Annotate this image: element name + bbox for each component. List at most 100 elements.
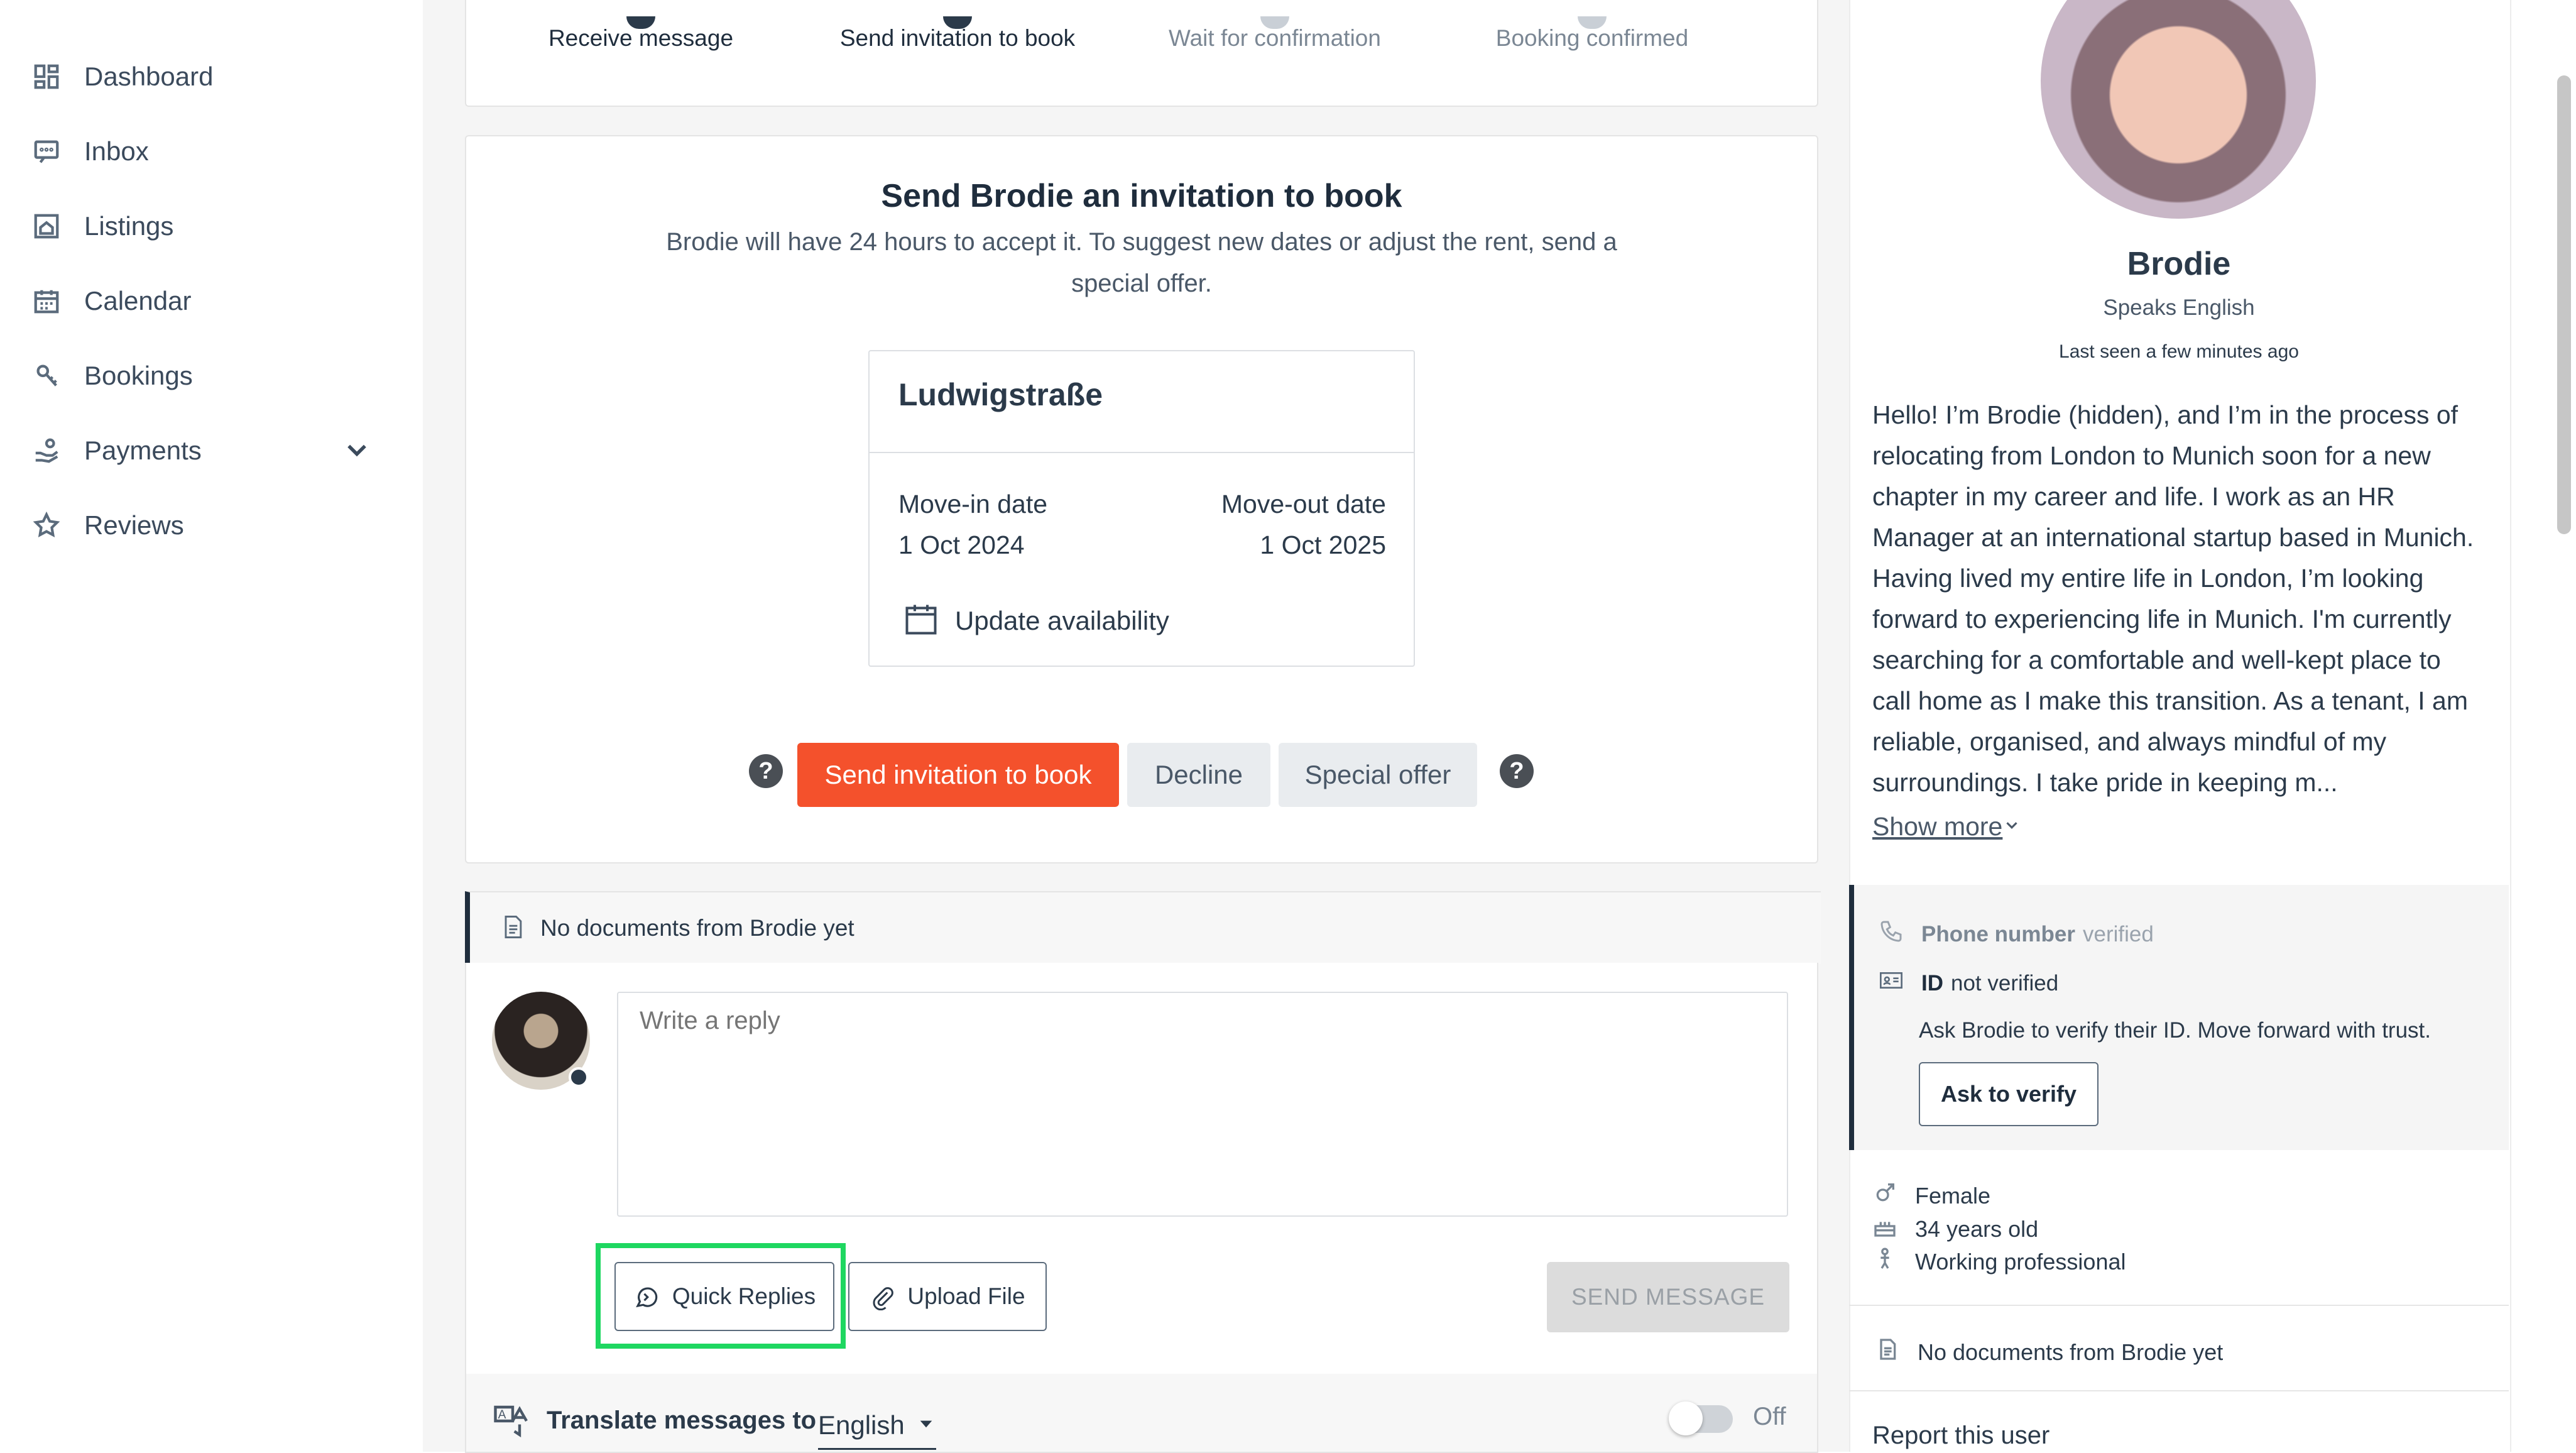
bookings-icon [31,361,62,391]
step-wait-confirmation: Wait for confirmation [1143,16,1407,52]
show-more-label: Show more [1872,812,2003,841]
bio-line: surroundings. I take pride in keeping m.… [1872,768,2338,797]
toggle-state-label: Off [1753,1403,1786,1430]
bio-line: searching for a comfortable and well-kep… [1872,645,2441,674]
step-label: Wait for confirmation [1169,25,1381,51]
move-in-label: Move-in date [898,490,1048,518]
sidebar-item-label: Payments [84,436,202,465]
last-seen: Last seen a few minutes ago [2059,341,2299,362]
chevron-down-icon[interactable] [343,437,371,471]
sidebar-item-label: Dashboard [84,62,214,91]
language-select[interactable]: English [818,1403,936,1450]
translate-label: Translate messages to [547,1406,817,1434]
gender-icon [1872,1180,1915,1211]
special-offer-button[interactable]: Special offer [1279,743,1477,807]
phone-icon [1879,919,1921,950]
sidebar-item-label: Calendar [84,286,192,315]
sidebar-item-listings[interactable]: Listings [31,201,173,251]
ask-to-verify-button[interactable]: Ask to verify [1919,1062,2098,1126]
step-label: Booking confirmed [1495,25,1689,51]
sidebar-item-label: Listings [84,211,174,241]
inbox-icon [31,136,62,167]
document-icon [1875,1337,1918,1368]
reply-textarea[interactable] [617,992,1788,1217]
divider [870,452,1414,453]
person-icon [1872,1246,1915,1277]
gender-row: Female [1872,1180,1990,1211]
guest-language: Speaks English [2103,295,2255,320]
phone-status: verified [2083,921,2154,946]
bio-line: reliable, organised, and always mindful … [1872,727,2387,756]
gender-value: Female [1915,1182,1991,1209]
help-icon[interactable]: ? [749,754,783,788]
sidebar-item-inbox[interactable]: Inbox [31,126,149,177]
decline-button[interactable]: Decline [1127,743,1270,807]
occupation-row: Working professional [1872,1246,2126,1277]
move-in-date: 1 Oct 2024 [898,530,1025,559]
listing-name: Ludwigstraße [898,377,1103,412]
bio-line: Having lived my entire life in London, I… [1872,564,2424,593]
id-label: ID [1921,970,1943,995]
translate-toggle[interactable] [1669,1401,1733,1435]
sidebar-item-label: Bookings [84,361,193,390]
star-icon [31,510,62,540]
upload-file-label: Upload File [907,1283,1025,1309]
phone-verification: Phone number verified [1879,919,2154,950]
age-row: 34 years old [1872,1214,2038,1244]
sidebar-item-bookings[interactable]: Bookings [31,351,193,401]
verify-note: Ask Brodie to verify their ID. Move forw… [1919,1018,2431,1043]
sidebar-item-label: Reviews [84,510,184,540]
sidebar-item-reviews[interactable]: Reviews [31,500,184,551]
language-value: English [818,1410,905,1440]
id-verification: ID not verified [1879,968,2058,999]
chevron-down-icon [2002,816,2021,838]
update-availability-link[interactable]: Update availability [902,600,1169,641]
invitation-title: Send Brodie an invitation to book [881,178,1402,214]
subtitle-line: Brodie will have 24 hours to accept it. … [666,228,1617,256]
invitation-card: Send Brodie an invitation to book Brodie… [465,135,1818,864]
sidebar-item-dashboard[interactable]: Dashboard [31,52,213,102]
bio-line: relocating from London to Munich soon fo… [1872,441,2431,470]
step-receive-message: Receive message [509,16,773,52]
guest-name: Brodie [2127,246,2231,282]
step-booking-confirmed: Booking confirmed [1460,16,1724,52]
subtitle-line: special offer. [1071,270,1212,297]
show-more-link[interactable]: Show more [1872,812,2021,842]
quick-replies-icon [633,1283,672,1310]
age-value: 34 years old [1915,1215,2039,1242]
send-invitation-button[interactable]: Send invitation to book [797,743,1119,807]
bio-line: call home as I make this transition. As … [1872,686,2469,715]
document-icon [499,913,527,944]
paperclip-icon [870,1283,907,1310]
id-card-icon [1879,968,1921,999]
step-label: Receive message [548,25,734,51]
sidebar-item-payments[interactable]: Payments [31,425,371,476]
upload-file-button[interactable]: Upload File [848,1262,1047,1331]
calendar-icon [902,600,940,641]
step-send-invitation: Send invitation to book [826,16,1089,52]
bio-line: Hello! I’m Brodie (hidden), and I’m in t… [1872,400,2459,429]
guest-bio: Hello! I’m Brodie (hidden), and I’m in t… [1872,395,2494,803]
profile-documents-note: No documents from Brodie yet [1918,1339,2224,1365]
report-user-link[interactable]: Report this user [1872,1422,2049,1450]
translate-icon: A [492,1400,533,1445]
documents-banner: No documents from Brodie yet [465,891,1821,964]
help-icon[interactable]: ? [1500,754,1534,788]
send-message-button[interactable]: SEND MESSAGE [1547,1262,1789,1332]
bio-line: forward to experiencing life in Munich. … [1872,605,2452,633]
sidebar-item-label: Inbox [84,136,149,166]
id-status: not verified [1951,970,2059,995]
dashboard-icon [31,62,62,92]
caret-down-icon [916,1414,936,1437]
sidebar-item-calendar[interactable]: Calendar [31,276,191,326]
documents-note: No documents from Brodie yet [540,915,854,941]
listing-summary: Ludwigstraße Move-in date 1 Oct 2024 Mov… [868,350,1415,667]
quick-replies-button[interactable]: Quick Replies [614,1262,834,1331]
divider [1849,1305,2509,1306]
invitation-subtitle: Brodie will have 24 hours to accept it. … [529,221,1754,304]
booking-progress: Receive message Send invitation to book … [465,0,1818,107]
online-status-dot [569,1067,589,1087]
scrollbar[interactable] [2557,75,2571,534]
bio-line: chapter in my career and life. I work as… [1872,482,2395,511]
divider [1849,1390,2509,1391]
